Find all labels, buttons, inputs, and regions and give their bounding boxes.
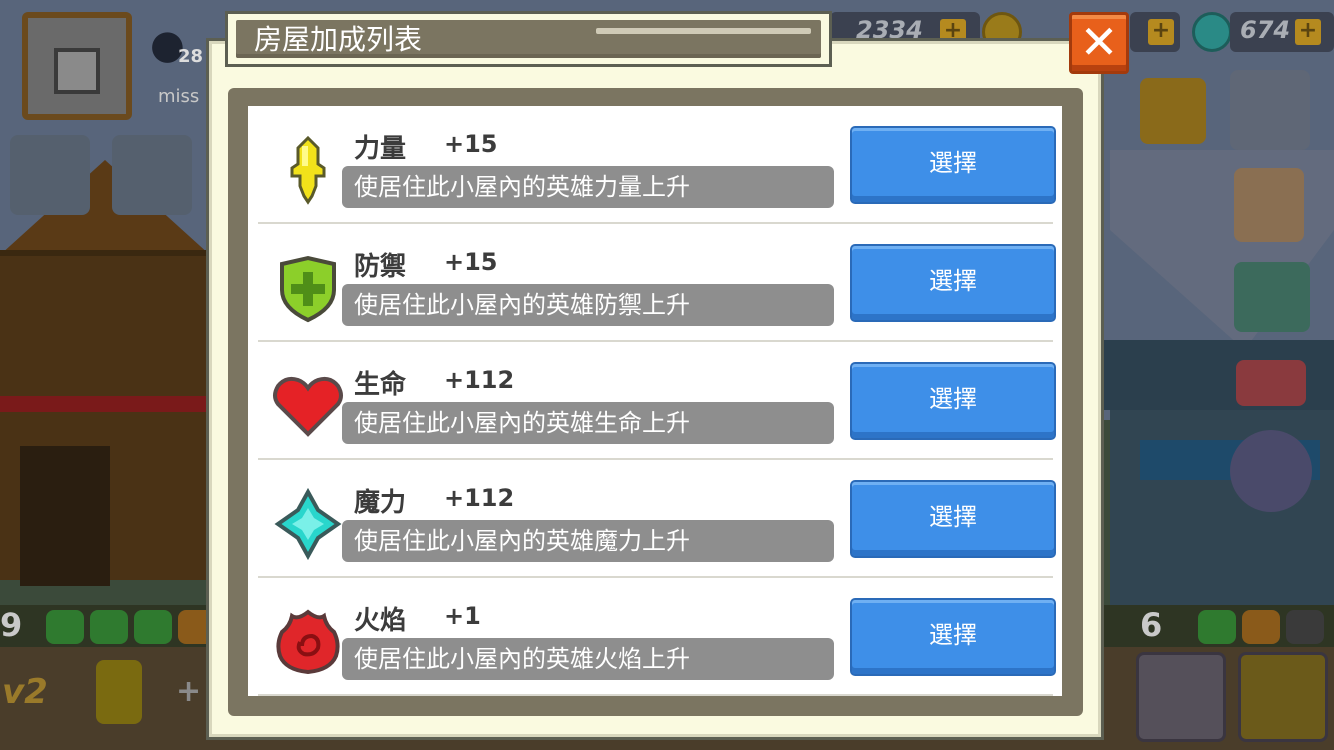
- list-item: 防禦 +15 使居住此小屋內的英雄防禦上升 選擇: [258, 224, 1054, 342]
- target-icon[interactable]: [10, 135, 90, 215]
- dialog-title: 房屋加成列表: [254, 23, 423, 56]
- close-button[interactable]: ✕: [1069, 12, 1129, 74]
- settings-gear-icon[interactable]: [1230, 430, 1312, 512]
- bg-cabin-stripe: [0, 396, 210, 412]
- profile-page-icon: [54, 48, 100, 94]
- population-value: 674: [1240, 16, 1291, 44]
- skill-slot-icon[interactable]: [1136, 652, 1226, 742]
- strength-slot-icon: [96, 660, 142, 724]
- player-name: miss: [158, 86, 200, 107]
- heart-icon: [272, 370, 344, 442]
- scroll-icon[interactable]: [1234, 168, 1304, 242]
- stat-value: +112: [444, 366, 515, 394]
- currency-plus-button-2[interactable]: +: [1148, 19, 1174, 45]
- fire-icon: [272, 606, 344, 678]
- dialog-title-tab: 房屋加成列表: [225, 11, 832, 67]
- dialog-title-bar: 房屋加成列表: [236, 20, 821, 58]
- select-button[interactable]: 選擇: [852, 246, 1054, 320]
- row-divider: [258, 694, 1053, 696]
- bg-cabin: [0, 250, 210, 586]
- stat-description: 使居住此小屋內的英雄魔力上升: [342, 520, 834, 562]
- left-counter: 9: [0, 606, 23, 644]
- select-button[interactable]: 選擇: [852, 364, 1054, 438]
- hero-face-icon: [90, 610, 128, 644]
- gold-coin-slot-icon[interactable]: [1238, 652, 1328, 742]
- bonus-list[interactable]: 力量 +15 使居住此小屋內的英雄力量上升 選擇 防禦 +15 使居住此小屋內的…: [248, 106, 1062, 696]
- population-plus-button[interactable]: +: [1295, 19, 1321, 45]
- bg-cabin-door: [20, 446, 110, 586]
- list-item: 力量 +15 使居住此小屋內的英雄力量上升 選擇: [258, 106, 1054, 224]
- hero-face-icon: [1242, 610, 1280, 644]
- stat-description: 使居住此小屋內的英雄生命上升: [342, 402, 834, 444]
- stat-name: 力量: [354, 134, 407, 164]
- hero-face-icon: [46, 610, 84, 644]
- stat-description: 使居住此小屋內的英雄力量上升: [342, 166, 834, 208]
- magic-gem-icon: [272, 488, 344, 560]
- strength-icon: [272, 134, 344, 206]
- hero-face-icon: [134, 610, 172, 644]
- list-item: 火焰 +1 使居住此小屋內的英雄火焰上升 選擇: [258, 578, 1054, 696]
- plus-sign: +: [176, 674, 202, 709]
- stat-name: 生命: [354, 370, 407, 400]
- defense-shield-icon: [272, 252, 344, 324]
- stat-name: 魔力: [354, 488, 407, 518]
- stat-name: 防禦: [354, 252, 407, 282]
- population-icon: [1192, 12, 1232, 52]
- hero-face-icon: [1198, 610, 1236, 644]
- select-button[interactable]: 選擇: [852, 128, 1054, 202]
- profile-frame[interactable]: [22, 12, 132, 120]
- stat-name: 火焰: [354, 606, 407, 636]
- stat-value: +15: [444, 130, 498, 158]
- select-button[interactable]: 選擇: [852, 482, 1054, 556]
- select-button[interactable]: 選擇: [852, 600, 1054, 674]
- hero-face-icon: [1286, 610, 1324, 644]
- stat-description: 使居住此小屋內的英雄防禦上升: [342, 284, 834, 326]
- right-counter: 6: [1140, 606, 1163, 644]
- list-item: 魔力 +112 使居住此小屋內的英雄魔力上升 選擇: [258, 460, 1054, 578]
- move-arrows-icon[interactable]: [1230, 70, 1310, 150]
- player-level: 28: [178, 46, 204, 67]
- stat-value: +15: [444, 248, 498, 276]
- mail-icon[interactable]: [1236, 360, 1306, 406]
- list-item: 生命 +112 使居住此小屋內的英雄生命上升 選擇: [258, 342, 1054, 460]
- friends-icon[interactable]: [1234, 262, 1310, 332]
- stat-value: +112: [444, 484, 515, 512]
- title-highlight: [596, 28, 811, 34]
- backpack-icon[interactable]: [1140, 78, 1206, 144]
- level-badge: v2: [2, 672, 48, 712]
- skip-icon[interactable]: [112, 135, 192, 215]
- stat-value: +1: [444, 602, 481, 630]
- stat-description: 使居住此小屋內的英雄火焰上升: [342, 638, 834, 680]
